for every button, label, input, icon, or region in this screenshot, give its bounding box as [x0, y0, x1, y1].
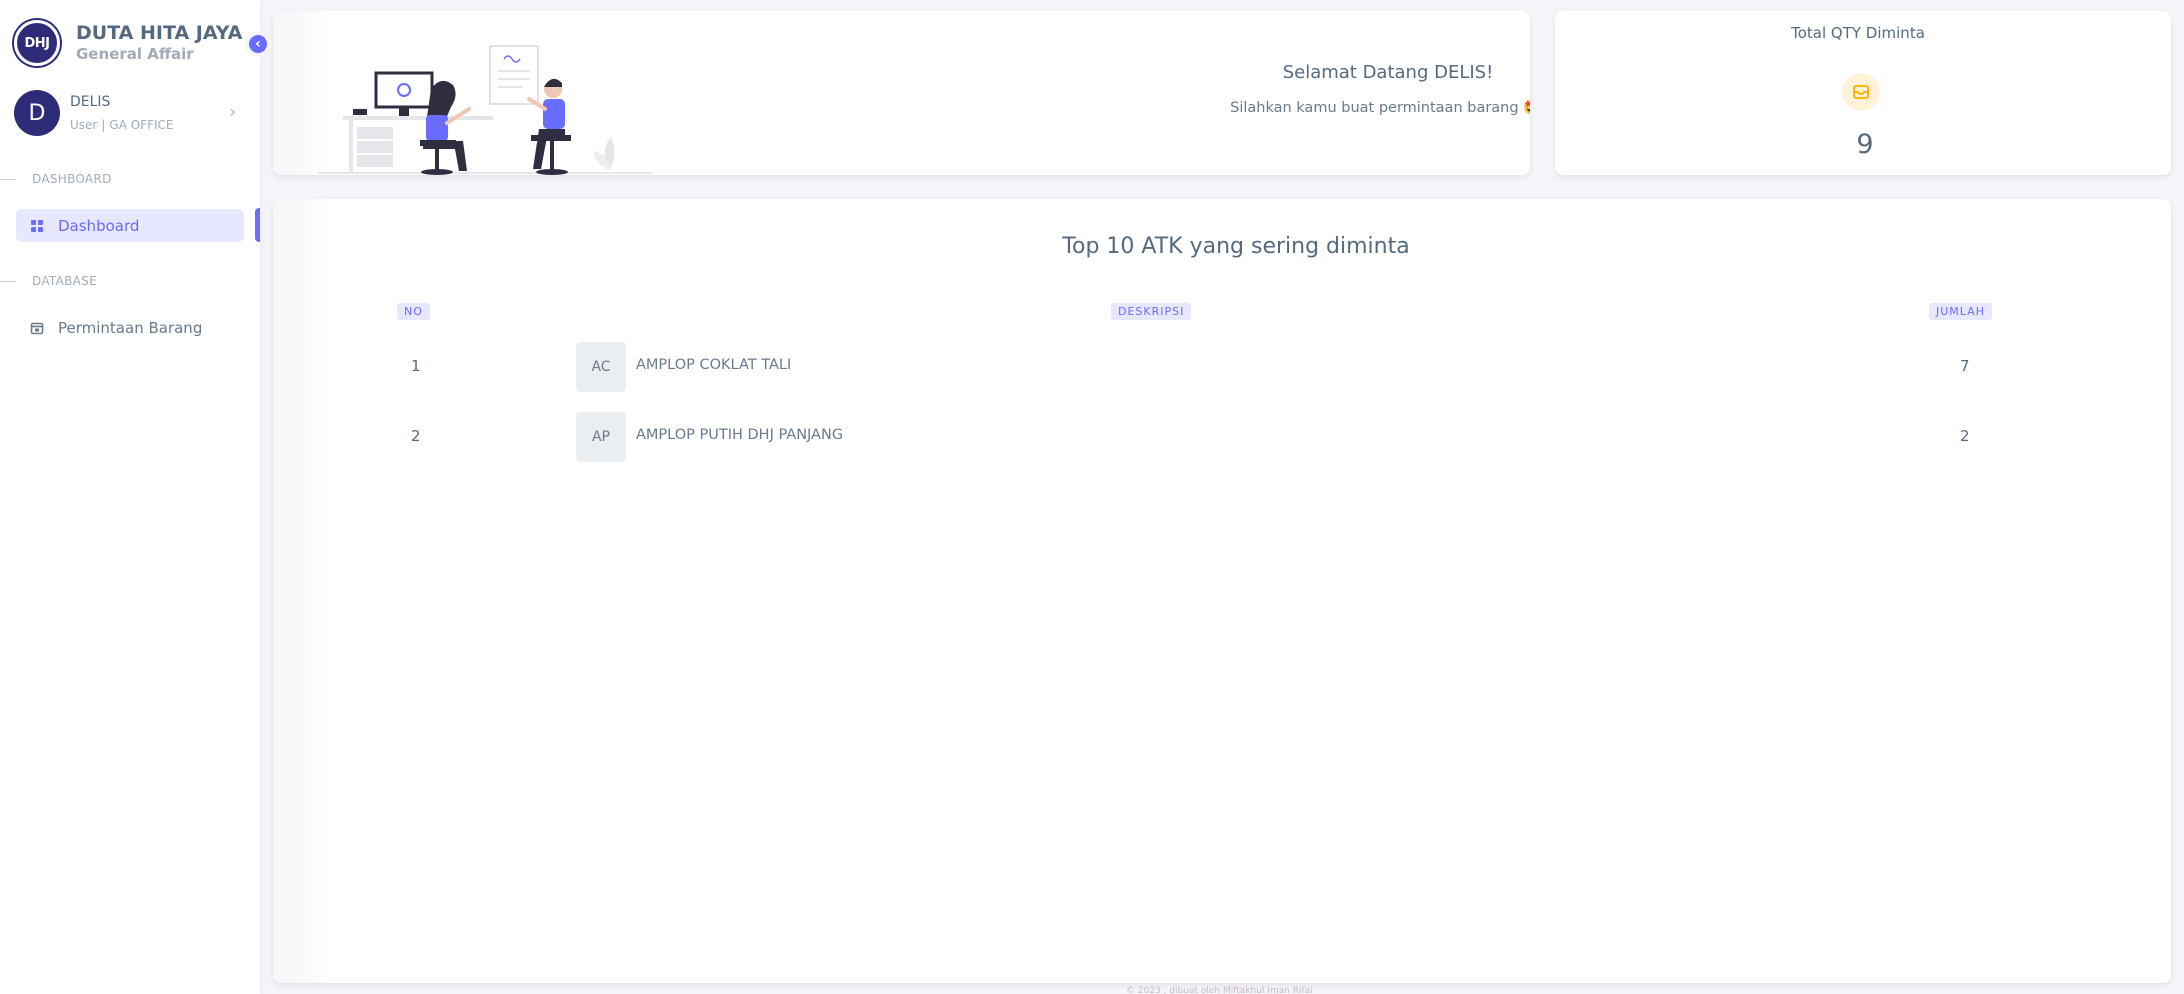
item-description: AMPLOP PUTIH DHJ PANJANG	[636, 427, 844, 443]
menu-header-database: DATABASE	[0, 272, 97, 290]
menu-header-line	[0, 280, 16, 282]
sidebar: DHJ DUTA HITA JAYA General Affair D DELI…	[0, 0, 260, 994]
card-fade	[273, 199, 331, 983]
user-role-line: User | GA OFFICE	[70, 116, 173, 134]
welcome-heading: Selamat Datang DELIS!	[1282, 62, 1494, 83]
active-indicator	[255, 208, 260, 242]
qty-title: Total QTY Diminta	[1791, 24, 1925, 42]
avatar: D	[14, 90, 60, 136]
sidebar-item-label: Dashboard	[58, 216, 140, 235]
total-qty-card: Total QTY Diminta 9	[1555, 11, 2171, 175]
sidebar-toggle-button[interactable]: ‹	[245, 31, 271, 57]
table-row[interactable]: 1 AC AMPLOP COKLAT TALI 7	[273, 342, 2171, 392]
menu-header-label: DASHBOARD	[32, 172, 112, 186]
qty-value: 9	[1856, 129, 1874, 160]
menu-header-dashboard: DASHBOARD	[0, 170, 112, 188]
top-items-card: Top 10 ATK yang sering diminta NO DESKRI…	[273, 199, 2171, 983]
welcome-card: Selamat Datang DELIS! Silahkan kamu buat…	[273, 11, 1530, 175]
sidebar-item-dashboard[interactable]: Dashboard	[16, 209, 244, 242]
brand-title: DUTA HITA JAYA	[76, 22, 243, 44]
brand-text: DUTA HITA JAYA General Affair	[76, 22, 242, 64]
item-avatar: AP	[576, 412, 626, 462]
column-header-deskripsi[interactable]: DESKRIPSI	[1111, 303, 1192, 320]
table-row[interactable]: 2 AP AMPLOP PUTIH DHJ PANJANG 2	[273, 412, 2171, 462]
item-quantity: 7	[1960, 357, 1970, 375]
menu-header-line	[0, 178, 16, 180]
brand-subtitle: General Affair	[76, 45, 194, 63]
welcome-illustration	[318, 45, 653, 175]
brand[interactable]: DHJ DUTA HITA JAYA General Affair	[14, 20, 242, 66]
user-role: User	[70, 118, 98, 132]
user-profile[interactable]: D DELIS User | GA OFFICE ›	[14, 88, 236, 138]
user-info: DELIS User | GA OFFICE	[70, 92, 173, 134]
footer-text: © 2023 , dibuat oleh Miftakhul Iman Rifa…	[1126, 986, 1313, 994]
chevron-left-icon: ‹	[255, 36, 261, 52]
dashboard-grid-icon	[30, 219, 44, 233]
brand-logo[interactable]: DHJ	[14, 20, 60, 66]
welcome-text: Selamat Datang DELIS! Silahkan kamu buat…	[973, 61, 1530, 119]
row-number: 1	[411, 357, 421, 375]
role-separator: |	[101, 118, 106, 132]
user-name: DELIS	[70, 94, 111, 110]
app-root: DHJ DUTA HITA JAYA General Affair D DELI…	[0, 0, 2184, 994]
user-office: GA OFFICE	[109, 118, 174, 132]
sidebar-item-label: Permintaan Barang	[58, 318, 203, 337]
calendar-box-icon	[30, 321, 44, 335]
inbox-icon	[1842, 73, 1880, 111]
welcome-message: Silahkan kamu buat permintaan barang 🤩.	[1230, 100, 1530, 116]
table-title: Top 10 ATK yang sering diminta	[1062, 234, 1410, 259]
row-number: 2	[411, 427, 421, 445]
item-description: AMPLOP COKLAT TALI	[636, 357, 792, 373]
sidebar-item-permintaan-barang[interactable]: Permintaan Barang	[16, 311, 244, 344]
item-quantity: 2	[1960, 427, 1970, 445]
item-avatar: AC	[576, 342, 626, 392]
menu-header-label: DATABASE	[32, 274, 97, 288]
chevron-right-icon[interactable]: ›	[230, 102, 236, 121]
column-header-jumlah[interactable]: JUMLAH	[1929, 303, 1992, 320]
column-header-no[interactable]: NO	[397, 303, 430, 320]
